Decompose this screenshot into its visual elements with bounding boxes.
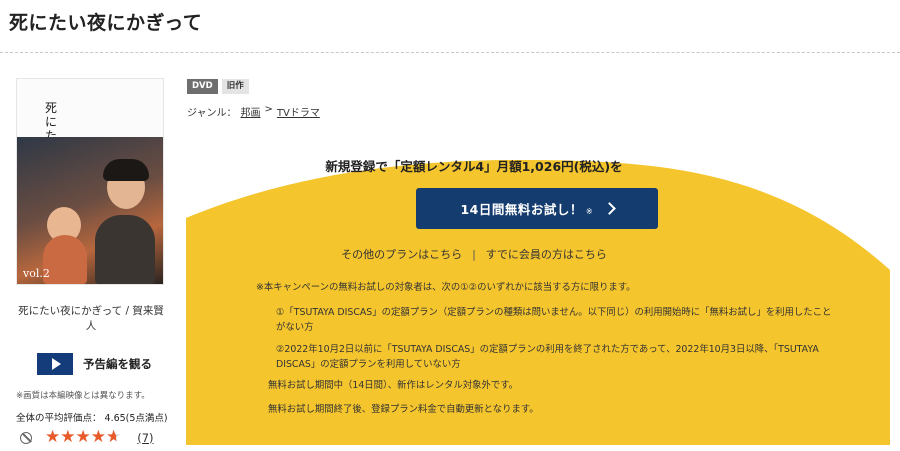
terms-auto-renew-note: 無料お試し期間終了後、登録プラン料金で自動更新となります。: [268, 404, 539, 415]
star-icon: ★: [90, 427, 106, 447]
average-rating: 全体の平均評価点： 4.65(5点満点): [16, 413, 168, 424]
genre-link-tvdrama[interactable]: TVドラマ: [277, 104, 320, 119]
block-icon[interactable]: [20, 431, 32, 444]
genre-breadcrumb: ジャンル： 邦画 > TVドラマ: [187, 104, 320, 119]
terms-condition-1: ①「TSUTAYA DISCAS」の定額プラン（定額プランの種類は問いません。以…: [276, 307, 832, 333]
play-button[interactable]: [37, 353, 73, 375]
star-icon: ★ ★: [106, 427, 122, 447]
link-separator: |: [472, 248, 476, 261]
star-rating: ★ ★ ★ ★ ★ ★: [45, 429, 121, 446]
badge-dvd: DVD: [187, 79, 218, 94]
image-note: ※画質は本編映像とは異なります。: [16, 391, 150, 401]
cover-figure: [95, 215, 155, 284]
other-plans-link[interactable]: その他のプランはこちら: [341, 248, 462, 261]
rating-row: ★ ★ ★ ★ ★ ★ (7): [20, 429, 154, 446]
genre-label: ジャンル：: [187, 108, 237, 119]
terms-condition-2: ②2022年10月2日以前に「TSUTAYA DISCAS」の定額プランの利用を…: [276, 344, 819, 370]
cover-figure: [103, 159, 149, 181]
chevron-right-icon: [602, 202, 616, 215]
cover-volume: vol.2: [23, 267, 50, 280]
trial-button-note: ※: [585, 206, 593, 216]
review-count-link[interactable]: (7): [137, 431, 153, 445]
star-icon: ★: [60, 427, 76, 447]
cover-photo: vol.2: [17, 137, 163, 284]
terms-new-release-note: 無料お試し期間中（14日間）、新作はレンタル対象外です。: [268, 380, 519, 391]
cover-header: [17, 79, 163, 137]
trial-button-label: 14日間無料お試し！: [460, 202, 583, 217]
page-title: 死にたい夜にかぎって: [9, 12, 203, 34]
free-trial-button[interactable]: 14日間無料お試し！ ※: [416, 188, 658, 229]
genre-link-houga[interactable]: 邦画: [241, 104, 261, 119]
trailer-button[interactable]: 予告編を観る: [37, 353, 152, 375]
member-login-link[interactable]: すでに会員の方はこちら: [486, 248, 607, 261]
genre-separator: >: [264, 104, 273, 115]
terms-intro: ※本キャンペーンの無料お試しの対象者は、次の①②のいずれかに該当する方に限ります…: [256, 282, 636, 293]
cover-image[interactable]: 死にたい夜にかぎって vol.2: [16, 78, 164, 285]
title-divider: [0, 52, 900, 53]
product-name: 死にたい夜にかぎって / 賀来賢人: [18, 305, 164, 332]
format-badges: DVD 旧作: [187, 79, 249, 94]
star-icon: ★: [75, 427, 91, 447]
badge-old-release: 旧作: [221, 79, 249, 94]
trailer-label: 予告編を観る: [83, 357, 152, 371]
play-icon: [51, 358, 61, 370]
star-icon: ★: [45, 427, 61, 447]
campaign-headline: 新規登録で「定額レンタル4」月額1,026円(税込)を: [325, 159, 623, 174]
plan-links: その他のプランはこちら | すでに会員の方はこちら: [186, 246, 762, 262]
